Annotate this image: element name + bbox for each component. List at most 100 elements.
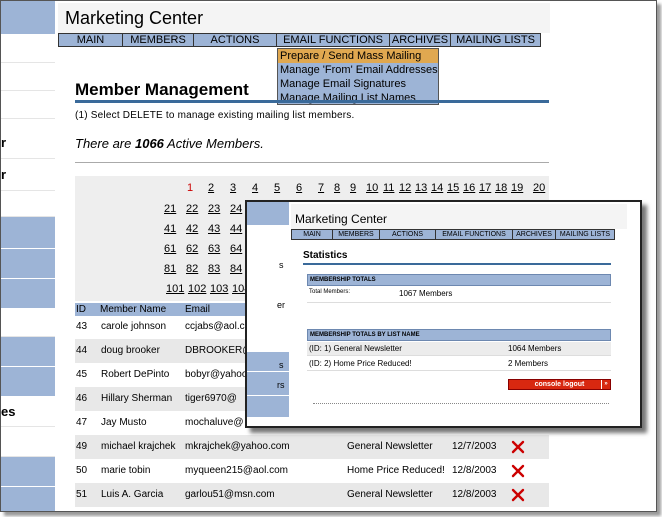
delete-icon[interactable] (511, 464, 525, 478)
title-underline (75, 100, 549, 103)
page-link[interactable]: 81 (164, 263, 176, 275)
page-link[interactable]: 2 (208, 182, 214, 194)
dropdown-item-from-addresses[interactable]: Manage 'From' Email Addresses (278, 63, 438, 77)
main-menu: MAIN MEMBERS ACTIONS EMAIL FUNCTIONS ARC… (58, 33, 541, 47)
page-link[interactable]: 19 (511, 182, 523, 194)
page-link[interactable]: 82 (186, 263, 198, 275)
page-link[interactable]: 64 (230, 243, 242, 255)
dropdown-item-signatures[interactable]: Manage Email Signatures (278, 77, 438, 91)
member-name: Luis A. Garcia (101, 489, 164, 500)
menu-actions[interactable]: ACTIONS (194, 34, 277, 46)
list-total-row: (ID: 2) Home Price Reduced! 2 Members (307, 357, 611, 371)
page-link[interactable]: 62 (186, 243, 198, 255)
member-name: Hillary Sherman (101, 393, 173, 404)
page-link[interactable]: 18 (495, 182, 507, 194)
total-members-row: Total Members: 1067 Members (307, 287, 611, 303)
sidebar-item[interactable] (1, 487, 55, 511)
sidebar-label: r (1, 135, 7, 150)
delete-icon[interactable] (511, 440, 525, 454)
popup-menu-actions[interactable]: ACTIONS (380, 230, 436, 239)
popup-sidebar: s er s rs (247, 202, 289, 426)
sidebar-item[interactable] (1, 457, 55, 487)
member-email: mkrajchek@yahoo.com (185, 441, 290, 452)
popup-sidebar-label: er (277, 300, 286, 310)
popup-sidebar-item[interactable] (247, 318, 289, 352)
member-date: 12/8/2003 (452, 465, 497, 476)
page-link[interactable]: 44 (230, 223, 242, 235)
page-link[interactable]: 4 (252, 182, 258, 194)
page-link[interactable]: 5 (274, 182, 280, 194)
page-link[interactable]: 1 (187, 182, 193, 194)
sidebar-strip (1, 35, 55, 63)
member-email: tiger6970@ (185, 393, 237, 404)
active-members-text: There are 1066 Active Members. (75, 136, 264, 151)
page-link[interactable]: 12 (399, 182, 411, 194)
menu-mailing-lists[interactable]: MAILING LISTS (451, 34, 540, 46)
page-link[interactable]: 15 (447, 182, 459, 194)
member-id: 47 (76, 417, 88, 428)
console-logout-button[interactable]: console logout » (508, 379, 611, 390)
sidebar-item[interactable] (1, 367, 55, 397)
page-link[interactable]: 61 (164, 243, 176, 255)
page-link[interactable]: 9 (350, 182, 356, 194)
menu-email-functions[interactable]: EMAIL FUNCTIONS (277, 34, 390, 46)
page-link[interactable]: 6 (296, 182, 302, 194)
page-link[interactable]: 16 (463, 182, 475, 194)
page-link[interactable]: 11 (383, 182, 394, 194)
popup-menu-archives[interactable]: ARCHIVES (513, 230, 556, 239)
page-link[interactable]: 101 (166, 283, 184, 295)
list-members: 2 Members (508, 359, 549, 368)
popup-menu-members[interactable]: MEMBERS (333, 230, 380, 239)
page-link[interactable]: 13 (415, 182, 427, 194)
sidebar-item[interactable] (1, 217, 55, 249)
member-id: 49 (76, 441, 88, 452)
menu-archives[interactable]: ARCHIVES (390, 34, 451, 46)
popup-sidebar-item[interactable] (247, 276, 289, 318)
page-link[interactable]: 23 (208, 203, 220, 215)
page-link[interactable]: 43 (208, 223, 220, 235)
totals-by-list-bar: MEMBERSHIP TOTALS BY LIST NAME (307, 329, 611, 341)
page-link[interactable]: 17 (479, 182, 491, 194)
app-title: Marketing Center (65, 8, 204, 28)
popup-sidebar-strip (247, 202, 289, 226)
page-link[interactable]: 3 (230, 182, 236, 194)
page-link[interactable]: 41 (164, 223, 176, 235)
page-link[interactable]: 20 (533, 182, 545, 194)
sidebar-strip (1, 1, 55, 35)
page-link[interactable]: 7 (318, 182, 324, 194)
delete-icon[interactable] (511, 488, 525, 502)
table-row: 50 marie tobin myqueen215@aol.com Home Pric… (75, 459, 549, 483)
page-link[interactable]: 103 (210, 283, 228, 295)
popup-sidebar-item[interactable] (247, 396, 289, 418)
sidebar-item[interactable] (1, 119, 55, 159)
list-name: (ID: 2) Home Price Reduced! (309, 359, 412, 368)
sidebar-item[interactable] (1, 249, 55, 279)
popup-menu-email-functions[interactable]: EMAIL FUNCTIONS (436, 230, 513, 239)
page-link[interactable]: 42 (186, 223, 198, 235)
sidebar-item[interactable] (1, 159, 55, 191)
page-link[interactable]: 102 (188, 283, 206, 295)
page-link[interactable]: 8 (334, 182, 340, 194)
page-link[interactable]: 24 (230, 203, 242, 215)
sidebar-strip (1, 191, 55, 217)
sidebar-item[interactable] (1, 279, 55, 309)
member-id: 50 (76, 465, 88, 476)
popup-menu-mailing-lists[interactable]: MAILING LISTS (556, 230, 614, 239)
page-link[interactable]: 14 (431, 182, 443, 194)
page-link[interactable]: 21 (164, 203, 176, 215)
member-name: doug brooker (101, 345, 160, 356)
member-email: DBROOKER@ (185, 345, 253, 356)
membership-totals-bar: MEMBERSHIP TOTALS (307, 274, 611, 286)
page-link[interactable]: 63 (208, 243, 220, 255)
menu-main[interactable]: MAIN (59, 34, 123, 46)
popup-menu-main[interactable]: MAIN (292, 230, 333, 239)
page-link[interactable]: 10 (366, 182, 378, 194)
dropdown-item-send-mass-mailing[interactable]: Prepare / Send Mass Mailing (278, 49, 438, 63)
page-link[interactable]: 84 (230, 263, 242, 275)
active-prefix: There are (75, 136, 135, 151)
menu-members[interactable]: MEMBERS (123, 34, 194, 46)
console-logout-label: console logout (534, 381, 585, 388)
page-link[interactable]: 83 (208, 263, 220, 275)
sidebar-item[interactable] (1, 337, 55, 367)
page-link[interactable]: 22 (186, 203, 198, 215)
